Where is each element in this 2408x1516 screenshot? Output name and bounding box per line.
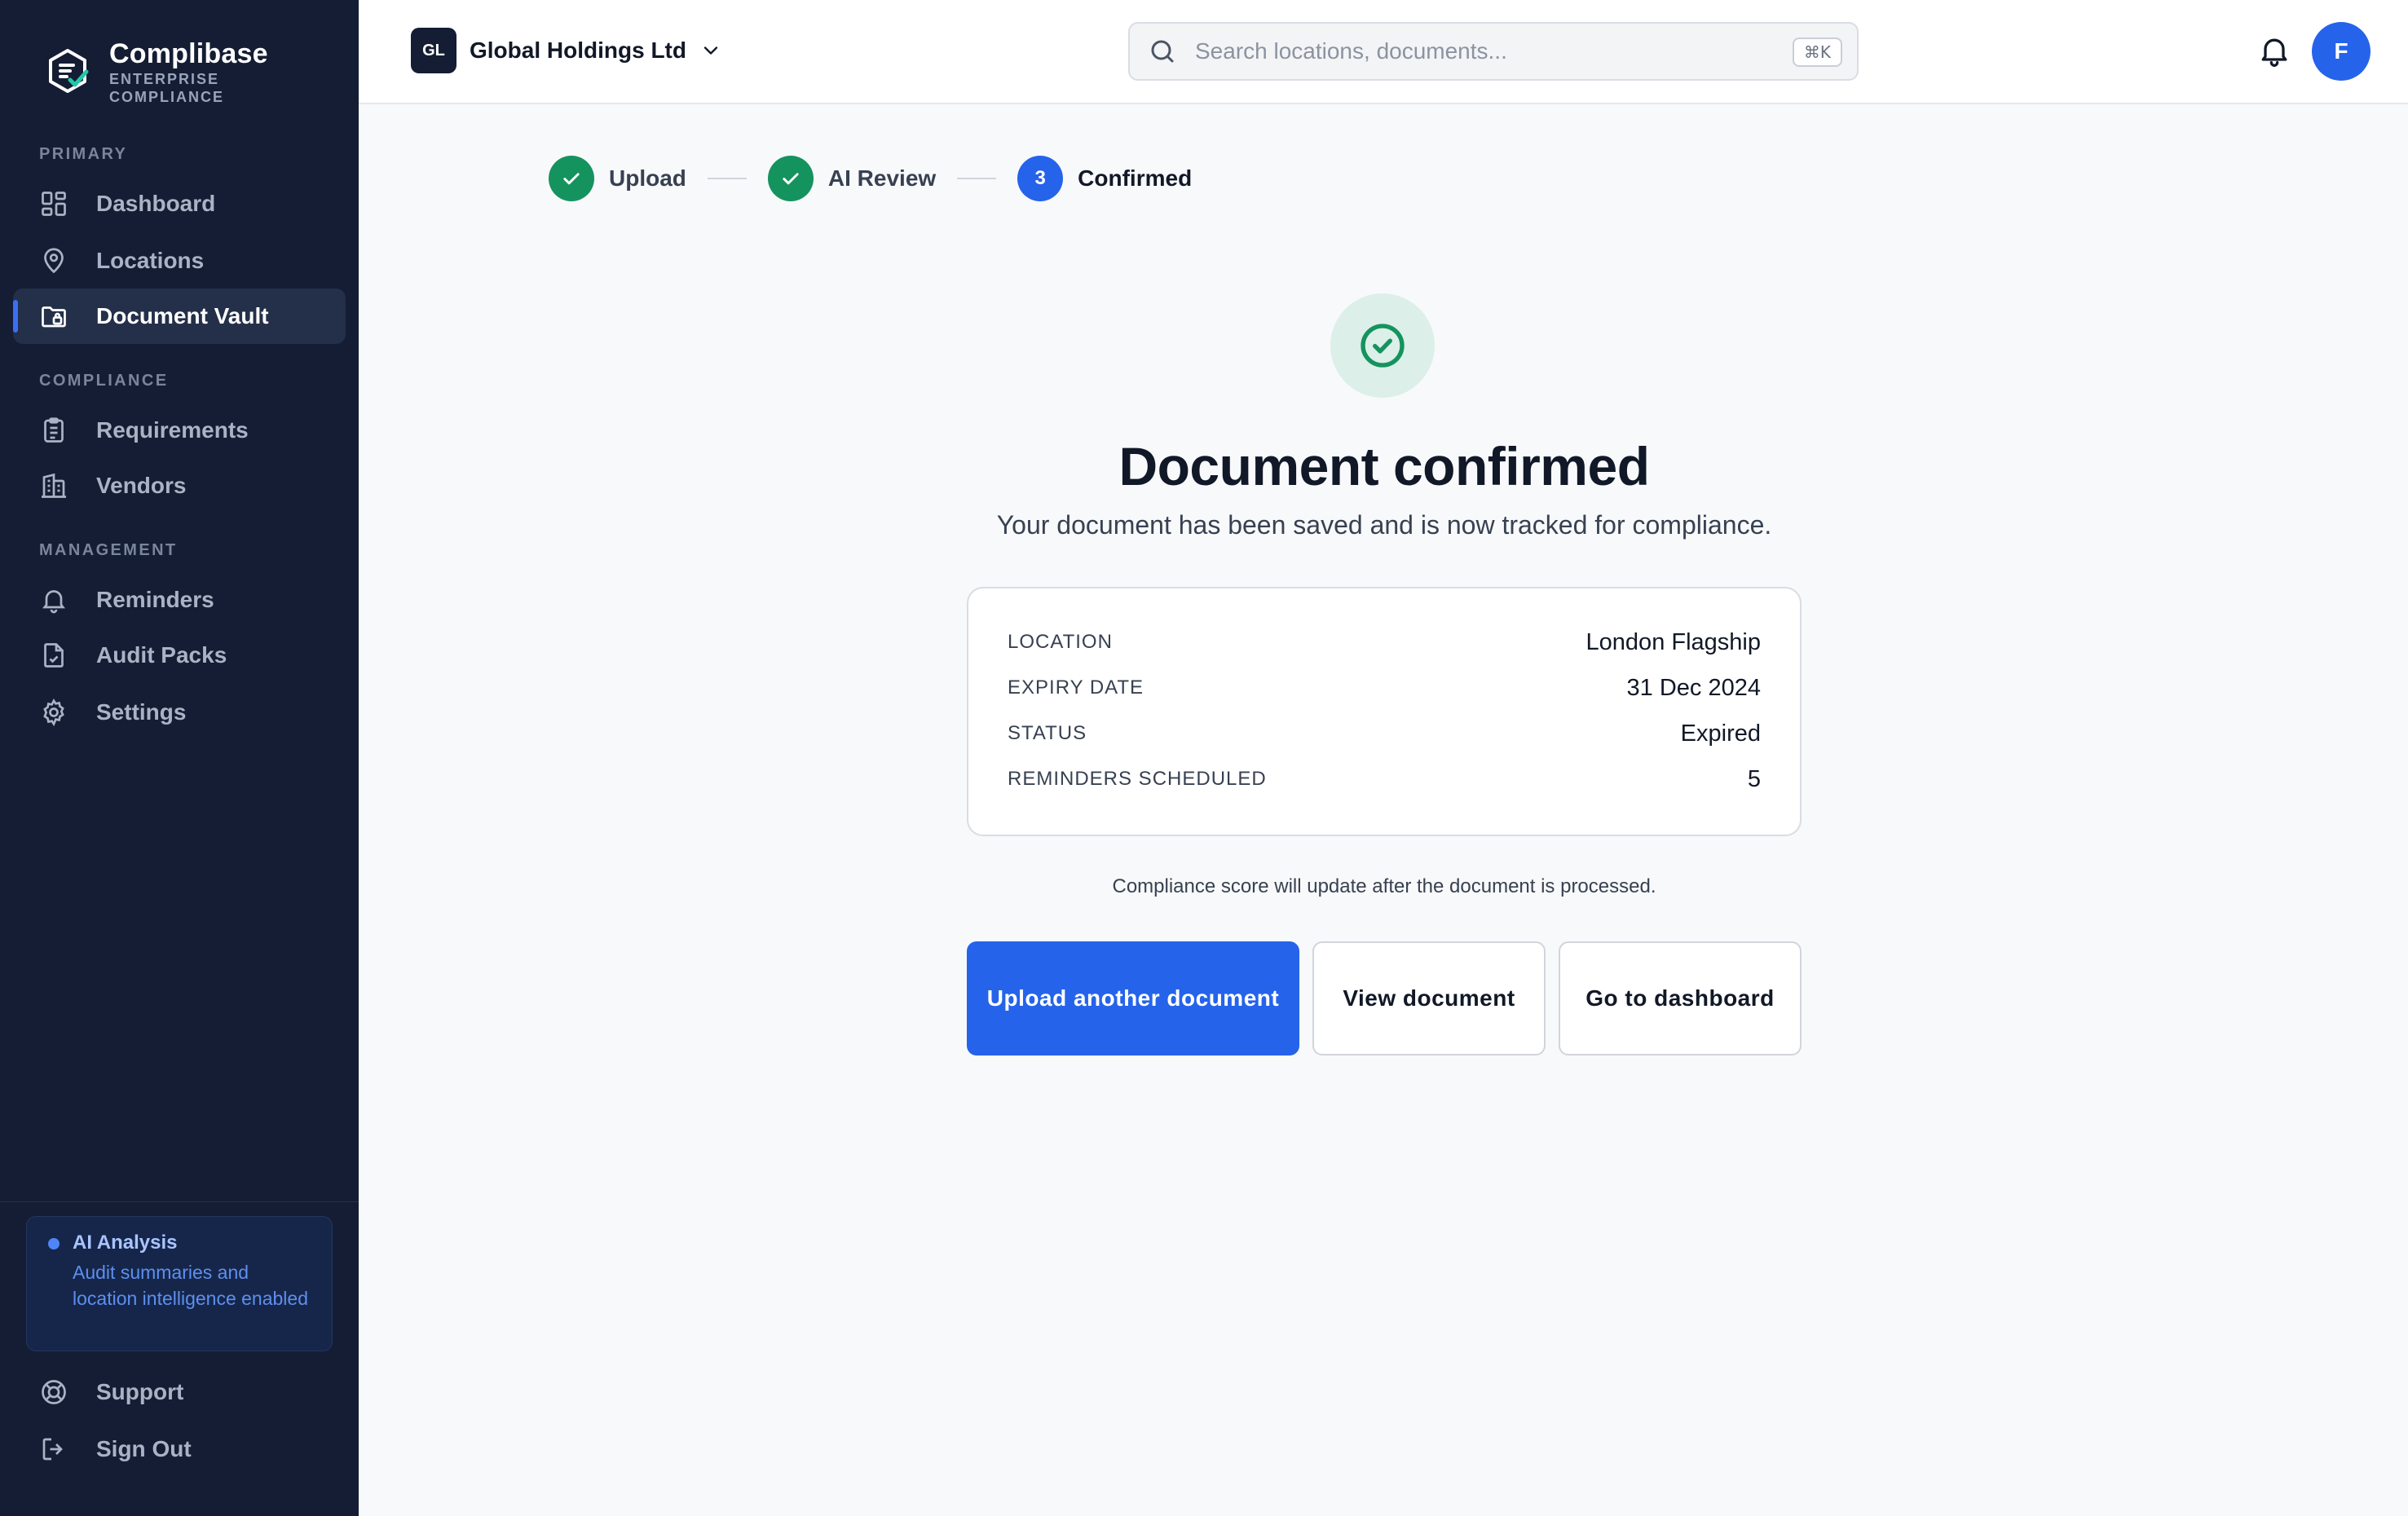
- ai-analysis-title: AI Analysis: [73, 1232, 178, 1254]
- summary-row-expiry-date: EXPIRY DATE 31 Dec 2024: [1008, 665, 1761, 711]
- summary-key: LOCATION: [1008, 631, 1113, 653]
- brand-name: Complibase: [109, 38, 268, 69]
- sidebar-item-reminders[interactable]: Reminders: [13, 572, 346, 628]
- org-badge: GL: [411, 28, 456, 73]
- summary-row-reminders-scheduled: REMINDERS SCHEDULED 5: [1008, 756, 1761, 802]
- sidebar: Complibase ENTERPRISE COMPLIANCE PRIMARY…: [0, 0, 359, 1516]
- file-check-icon: [44, 643, 64, 668]
- summary-row-status: STATUS Expired: [1008, 711, 1761, 756]
- summary-key: STATUS: [1008, 722, 1087, 744]
- page-title: Document confirmed: [1118, 436, 1650, 496]
- sidebar-item-label: Locations: [96, 248, 205, 273]
- search-icon: [1151, 40, 1174, 63]
- sidebar-item-label: Document Vault: [96, 303, 269, 328]
- summary-key: EXPIRY DATE: [1008, 676, 1144, 699]
- sidebar-item-label: Sign Out: [96, 1436, 192, 1461]
- dashboard-grid-icon: [42, 192, 66, 216]
- compliance-score-note: Compliance score will update after the d…: [1112, 875, 1656, 897]
- sidebar-item-locations[interactable]: Locations: [13, 233, 346, 289]
- notifications-bell-icon[interactable]: [2256, 33, 2292, 68]
- step-complete-indicator: [767, 156, 814, 201]
- step-confirmed: 3 Confirmed: [1017, 156, 1192, 201]
- section-label-compliance: COMPLIANCE: [39, 372, 169, 390]
- section-label-primary: PRIMARY: [39, 145, 128, 163]
- brand-subtitle-line1: ENTERPRISE: [109, 71, 220, 87]
- sidebar-item-label: Audit Packs: [96, 642, 227, 668]
- sidebar-item-support[interactable]: Support: [13, 1364, 346, 1420]
- chevron-down-icon: [703, 46, 718, 55]
- upload-stepper: Upload AI Review 3 Confirmed: [549, 156, 1192, 201]
- sidebar-item-label: Settings: [96, 699, 187, 725]
- search-box[interactable]: ⌘K: [1128, 22, 1859, 81]
- sidebar-item-sign-out[interactable]: Sign Out: [13, 1421, 346, 1477]
- bell-icon: [42, 590, 65, 614]
- step-connector: [707, 178, 747, 179]
- lifebuoy-icon: [42, 1380, 66, 1404]
- ai-analysis-description: Audit summaries and location intelligenc…: [73, 1262, 308, 1309]
- view-document-button[interactable]: View document: [1312, 941, 1546, 1055]
- section-label-management: MANAGEMENT: [39, 541, 178, 559]
- brand-subtitle-line2: COMPLIANCE: [109, 89, 224, 105]
- sidebar-item-label: Dashboard: [96, 191, 216, 216]
- org-name: Global Holdings Ltd: [470, 37, 686, 63]
- step-number-indicator: 3: [1017, 156, 1064, 201]
- page-subtitle: Your document has been saved and is now …: [996, 510, 1772, 540]
- sidebar-item-settings[interactable]: Settings: [13, 685, 346, 740]
- brand[interactable]: Complibase ENTERPRISE COMPLIANCE: [46, 37, 268, 106]
- step-label: AI Review: [827, 165, 937, 191]
- step-ai-review: AI Review: [767, 156, 937, 201]
- document-summary-card: LOCATION London Flagship EXPIRY DATE 31 …: [967, 587, 1802, 836]
- sign-out-icon: [42, 1438, 63, 1461]
- user-avatar[interactable]: F: [2312, 22, 2371, 81]
- sidebar-item-label: Reminders: [96, 587, 214, 612]
- gear-icon: [43, 699, 64, 727]
- folder-lock-icon: [42, 306, 66, 328]
- summary-value: 5: [1747, 765, 1761, 792]
- summary-key: REMINDERS SCHEDULED: [1008, 768, 1267, 790]
- organization-switcher[interactable]: GL Global Holdings Ltd: [411, 28, 722, 73]
- ai-analysis-card: AI Analysis Audit summaries and location…: [26, 1216, 333, 1351]
- summary-row-location: LOCATION London Flagship: [1008, 619, 1761, 665]
- summary-value: 31 Dec 2024: [1626, 674, 1761, 701]
- summary-value: Expired: [1680, 720, 1761, 747]
- step-upload: Upload: [549, 156, 686, 201]
- step-label: Upload: [609, 165, 686, 191]
- sidebar-divider: [0, 1201, 359, 1202]
- search-input[interactable]: [1195, 38, 1766, 64]
- success-indicator: [1330, 293, 1435, 398]
- go-to-dashboard-button[interactable]: Go to dashboard: [1559, 941, 1802, 1055]
- top-bar: GL Global Holdings Ltd ⌘K F: [359, 0, 2408, 104]
- upload-another-document-button[interactable]: Upload another document: [967, 941, 1299, 1055]
- sidebar-item-audit-packs[interactable]: Audit Packs: [13, 628, 346, 683]
- sidebar-item-dashboard[interactable]: Dashboard: [13, 176, 346, 231]
- ai-status-dot: [48, 1238, 60, 1249]
- complibase-logo-icon: [49, 49, 89, 93]
- step-label: Confirmed: [1078, 165, 1193, 191]
- search-shortcut-hint: ⌘K: [1792, 37, 1842, 67]
- map-pin-icon: [44, 248, 64, 274]
- check-icon: [783, 173, 799, 185]
- sidebar-item-document-vault[interactable]: Document Vault: [13, 289, 346, 344]
- summary-value: London Flagship: [1585, 628, 1761, 655]
- sidebar-item-label: Support: [96, 1379, 184, 1404]
- check-circle-icon: [1361, 324, 1405, 368]
- step-complete-indicator: [549, 156, 594, 201]
- check-icon: [563, 173, 580, 185]
- step-connector: [957, 178, 997, 179]
